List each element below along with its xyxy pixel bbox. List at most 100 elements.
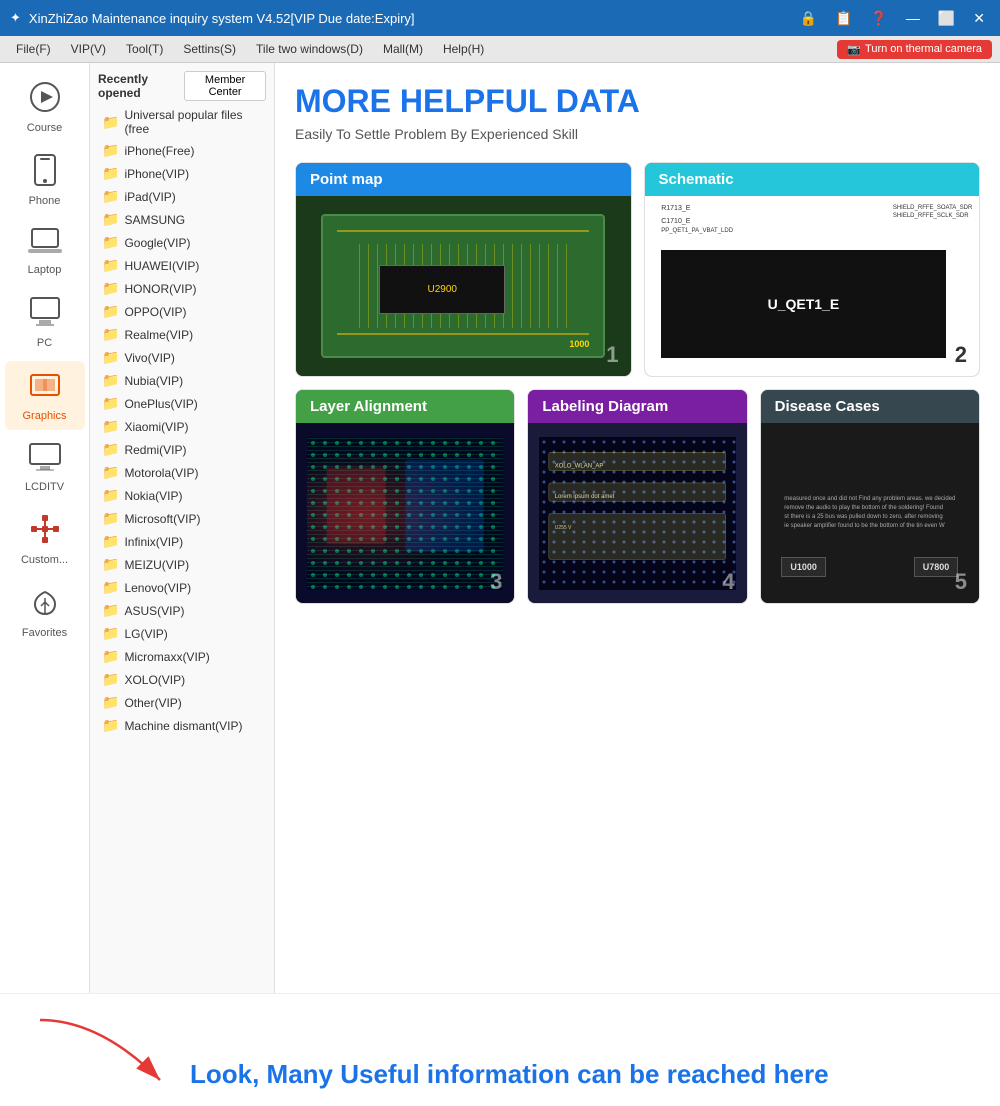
card-labeling-number: 4	[722, 569, 734, 595]
cards-grid-top: Point map U2900 1000 1 Schemati	[295, 162, 980, 377]
menu-mall[interactable]: Mall(M)	[375, 39, 431, 59]
thermal-camera-button[interactable]: 📷 Turn on thermal camera	[837, 40, 992, 59]
menu-tool[interactable]: Tool(T)	[118, 39, 171, 59]
file-tree-item[interactable]: 📁iPad(VIP)	[90, 185, 274, 208]
lcditv-icon	[28, 442, 62, 477]
menu-help[interactable]: Help(H)	[435, 39, 492, 59]
sidebar-label-laptop: Laptop	[28, 264, 62, 276]
folder-icon: 📁	[102, 694, 119, 711]
folder-icon: 📁	[102, 418, 119, 435]
folder-icon: 📁	[102, 441, 119, 458]
file-tree-item[interactable]: 📁Nokia(VIP)	[90, 484, 274, 507]
sidebar-item-pc[interactable]: PC	[5, 288, 85, 357]
folder-icon: 📁	[102, 257, 119, 274]
minimize-button[interactable]: —	[901, 8, 925, 28]
svg-text:XOLO_WLAN_AP: XOLO_WLAN_AP	[555, 463, 604, 469]
sidebar-label-lcditv: LCDITV	[25, 481, 64, 493]
cards-grid-bottom: Layer Alignment	[295, 389, 980, 604]
layer-svg	[307, 437, 503, 590]
card-labeling[interactable]: Labeling Diagram XOLO_WLA	[527, 389, 747, 604]
file-tree-item[interactable]: 📁Realme(VIP)	[90, 323, 274, 346]
sidebar-item-phone[interactable]: Phone	[5, 146, 85, 215]
maximize-button[interactable]: ⬜	[933, 8, 960, 29]
file-tree-item[interactable]: 📁Infinix(VIP)	[90, 530, 274, 553]
app-title: XinZhiZao Maintenance inquiry system V4.…	[29, 11, 415, 26]
file-tree-item[interactable]: 📁Other(VIP)	[90, 691, 274, 714]
lock-icon[interactable]: 🔒	[795, 8, 822, 29]
sidebar-item-course[interactable]: Course	[5, 73, 85, 142]
file-tree-item[interactable]: 📁iPhone(VIP)	[90, 162, 274, 185]
file-tree-item[interactable]: 📁Micromaxx(VIP)	[90, 645, 274, 668]
file-tree-item[interactable]: 📁OnePlus(VIP)	[90, 392, 274, 415]
help-icon[interactable]: ❓	[865, 8, 892, 29]
hero-section: MORE HELPFUL DATA Easily To Settle Probl…	[295, 83, 980, 142]
sidebar-item-lcditv[interactable]: LCDITV	[5, 434, 85, 501]
sidebar-item-favorites[interactable]: Favorites	[5, 578, 85, 647]
folder-icon: 📁	[102, 303, 119, 320]
file-tree-item[interactable]: 📁Universal popular files (free	[90, 105, 274, 139]
pcb-chip-u2900: U2900	[379, 265, 505, 314]
file-tree-item[interactable]: 📁Vivo(VIP)	[90, 346, 274, 369]
app-container: Course Phone Laptop PC Graphics	[0, 63, 1000, 993]
card-layer-alignment[interactable]: Layer Alignment	[295, 389, 515, 604]
card-layer-number: 3	[490, 569, 502, 595]
menu-vip[interactable]: VIP(V)	[63, 39, 114, 59]
copy-icon[interactable]: 📋	[830, 8, 857, 29]
file-tree-item[interactable]: 📁iPhone(Free)	[90, 139, 274, 162]
title-bar-controls[interactable]: 🔒 📋 ❓ — ⬜ ✕	[795, 8, 990, 29]
menu-file[interactable]: File(F)	[8, 39, 59, 59]
folder-icon: 📁	[102, 234, 119, 251]
card-schematic-image: R1713_E C1710_E U_QET1_E SHIELD_RFFE_SOA…	[645, 196, 980, 376]
sidebar-label-course: Course	[27, 122, 62, 134]
card-point-map-image: U2900 1000 1	[296, 196, 631, 376]
sidebar-icons: Course Phone Laptop PC Graphics	[0, 63, 90, 993]
file-tree-item[interactable]: 📁Nubia(VIP)	[90, 369, 274, 392]
file-tree-item[interactable]: 📁Google(VIP)	[90, 231, 274, 254]
sidebar-item-custom[interactable]: Custom...	[5, 505, 85, 574]
sidebar-label-pc: PC	[37, 337, 52, 349]
file-tree-item[interactable]: 📁HONOR(VIP)	[90, 277, 274, 300]
sidebar-item-laptop[interactable]: Laptop	[5, 219, 85, 284]
file-tree-item[interactable]: 📁Machine dismant(VIP)	[90, 714, 274, 737]
label-vis: XOLO_WLAN_AP Lorem ipsum dot amet U255 V	[539, 437, 735, 590]
course-icon	[29, 81, 61, 118]
file-tree-item[interactable]: 📁ASUS(VIP)	[90, 599, 274, 622]
file-tree-item[interactable]: 📁Lenovo(VIP)	[90, 576, 274, 599]
member-center-button[interactable]: Member Center	[184, 71, 266, 101]
phone-icon	[31, 154, 59, 191]
file-tree-item[interactable]: 📁HUAWEI(VIP)	[90, 254, 274, 277]
schematic-content: R1713_E C1710_E U_QET1_E SHIELD_RFFE_SOA…	[645, 196, 980, 376]
file-tree-item[interactable]: 📁Motorola(VIP)	[90, 461, 274, 484]
card-disease[interactable]: Disease Cases measured once and did not …	[760, 389, 980, 604]
file-tree-item[interactable]: 📁MEIZU(VIP)	[90, 553, 274, 576]
card-schematic[interactable]: Schematic R1713_E C1710_E U_QET1_E SHIEL…	[644, 162, 981, 377]
sidebar-item-graphics[interactable]: Graphics	[5, 361, 85, 430]
label-svg: XOLO_WLAN_AP Lorem ipsum dot amet U255 V	[539, 437, 735, 590]
file-tree-item[interactable]: 📁Microsoft(VIP)	[90, 507, 274, 530]
card-point-map[interactable]: Point map U2900 1000 1	[295, 162, 632, 377]
file-tree-item[interactable]: 📁OPPO(VIP)	[90, 300, 274, 323]
sidebar-label-custom: Custom...	[21, 554, 68, 566]
recently-opened-label: Recently opened	[98, 72, 178, 100]
menu-tile[interactable]: Tile two windows(D)	[248, 39, 371, 59]
file-tree-item[interactable]: 📁SAMSUNG	[90, 208, 274, 231]
file-tree-item[interactable]: 📁LG(VIP)	[90, 622, 274, 645]
close-button[interactable]: ✕	[968, 8, 990, 29]
title-bar: ✦ XinZhiZao Maintenance inquiry system V…	[0, 0, 1000, 36]
app-icon: ✦	[10, 10, 21, 26]
file-tree-item[interactable]: 📁Xiaomi(VIP)	[90, 415, 274, 438]
menu-settings[interactable]: Settins(S)	[175, 39, 244, 59]
sch-label-pp: PP_QET1_PA_VBAT_LDD	[661, 228, 733, 234]
folder-icon: 📁	[102, 280, 119, 297]
pcb-label-1000: 1000	[569, 339, 589, 349]
layer-vis	[307, 437, 503, 590]
folder-icon: 📁	[102, 510, 119, 527]
file-tree-item[interactable]: 📁XOLO(VIP)	[90, 668, 274, 691]
folder-icon: 📁	[102, 395, 119, 412]
folder-icon: 📁	[102, 533, 119, 550]
disease-chip-u1000: U1000	[781, 557, 826, 577]
card-layer-image: 3	[296, 423, 514, 603]
card-point-map-header: Point map	[296, 163, 631, 196]
folder-icon: 📁	[102, 717, 119, 734]
file-tree-item[interactable]: 📁Redmi(VIP)	[90, 438, 274, 461]
